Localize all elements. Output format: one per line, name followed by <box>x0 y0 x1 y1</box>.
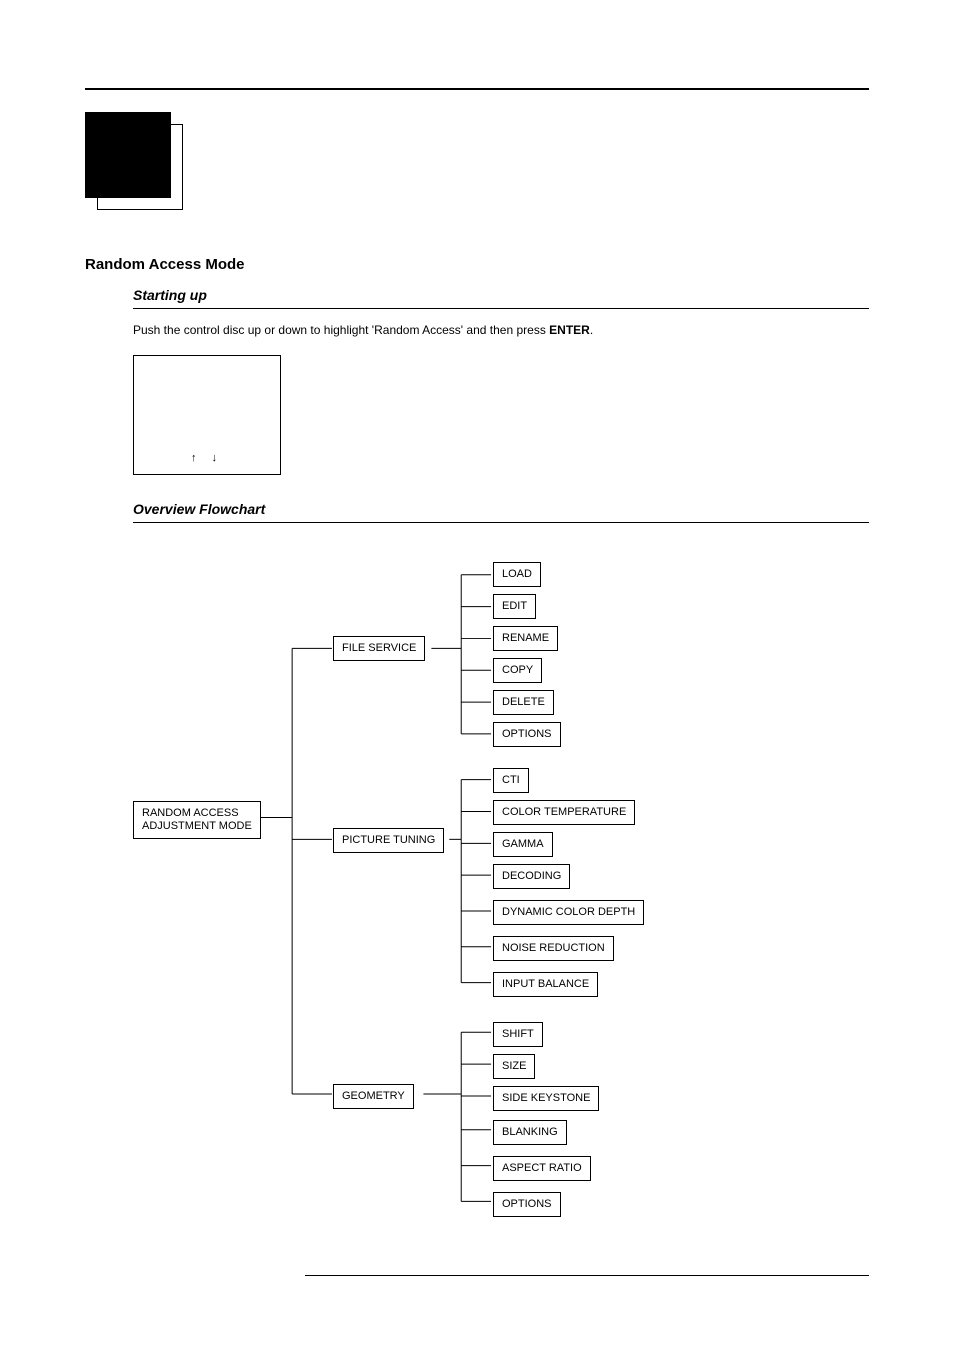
section-icon <box>85 112 185 212</box>
overview-flowchart: RANDOM ACCESSADJUSTMENT MODE FILE SERVIC… <box>133 543 869 1263</box>
body-text-post: . <box>590 323 593 337</box>
node-root: RANDOM ACCESSADJUSTMENT MODE <box>133 801 261 839</box>
node-copy: COPY <box>493 658 542 683</box>
bottom-rule <box>305 1275 869 1276</box>
subheading-starting-up: Starting up <box>133 287 207 303</box>
menu-arrows: ↑ ↓ <box>134 452 280 464</box>
subheading-row: Overview Flowchart <box>133 501 869 523</box>
node-options-1: OPTIONS <box>493 722 561 747</box>
node-side-keystone: SIDE KEYSTONE <box>493 1086 599 1111</box>
node-color-temperature: COLOR TEMPERATURE <box>493 800 635 825</box>
node-shift: SHIFT <box>493 1022 543 1047</box>
section-title: Random Access Mode <box>85 256 869 273</box>
node-size: SIZE <box>493 1054 535 1079</box>
node-rename: RENAME <box>493 626 558 651</box>
node-noise-reduction: NOISE REDUCTION <box>493 936 614 961</box>
node-gamma: GAMMA <box>493 832 553 857</box>
node-file-service: FILE SERVICE <box>333 636 425 661</box>
subheading-overview-flowchart: Overview Flowchart <box>133 501 265 517</box>
node-options-2: OPTIONS <box>493 1192 561 1217</box>
node-edit: EDIT <box>493 594 536 619</box>
node-decoding: DECODING <box>493 864 570 889</box>
node-load: LOAD <box>493 562 541 587</box>
node-geometry: GEOMETRY <box>333 1084 414 1109</box>
node-input-balance: INPUT BALANCE <box>493 972 598 997</box>
node-picture-tuning: PICTURE TUNING <box>333 828 444 853</box>
node-blanking: BLANKING <box>493 1120 567 1145</box>
top-rule <box>85 88 869 90</box>
body-text-pre: Push the control disc up or down to high… <box>133 323 549 337</box>
node-cti: CTI <box>493 768 529 793</box>
body-text: Push the control disc up or down to high… <box>133 323 869 337</box>
subheading-row: Starting up <box>133 287 869 309</box>
body-text-enter: ENTER <box>549 323 590 337</box>
node-aspect-ratio: ASPECT RATIO <box>493 1156 591 1181</box>
menu-illustration-box: ↑ ↓ <box>133 355 281 475</box>
node-delete: DELETE <box>493 690 554 715</box>
node-dynamic-color-depth: DYNAMIC COLOR DEPTH <box>493 900 644 925</box>
